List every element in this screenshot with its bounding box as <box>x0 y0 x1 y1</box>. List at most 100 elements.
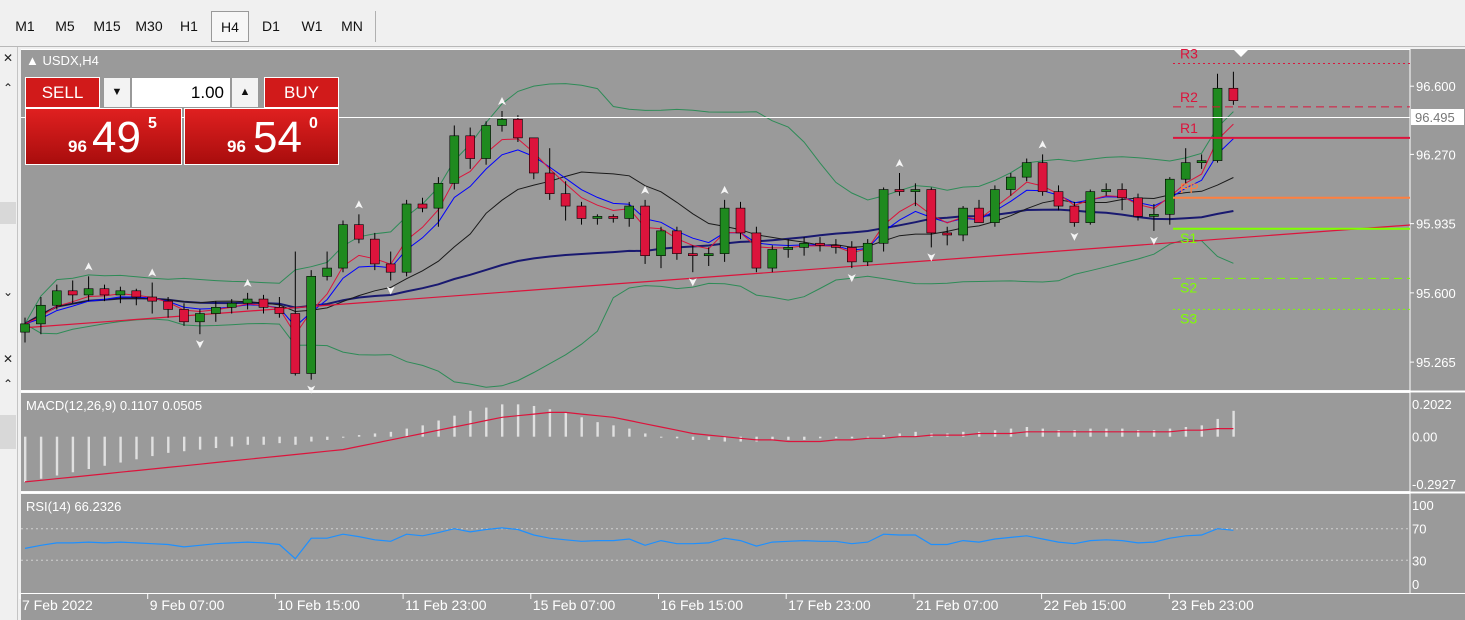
candle-body <box>433 183 444 209</box>
candle-body <box>115 290 126 296</box>
collapse-triangle-icon[interactable]: ▲ <box>26 53 39 68</box>
candle-body <box>20 323 30 333</box>
candle-body <box>306 276 317 374</box>
candle-body <box>1053 191 1064 207</box>
pivot-label-r2: R2 <box>1180 89 1198 105</box>
candle-body <box>385 263 396 273</box>
candle-body <box>179 309 189 323</box>
macd-bar <box>405 428 408 437</box>
macd-bar <box>278 436 281 444</box>
time-tick-label: 22 Feb 15:00 <box>1044 597 1127 613</box>
macd-bar <box>135 436 138 460</box>
volume-input[interactable]: 1.00 <box>131 77 231 108</box>
rsi-tick-label: 30 <box>1412 553 1426 568</box>
pivot-label-r1: R1 <box>1180 120 1198 136</box>
macd-bar <box>1152 430 1156 437</box>
time-tick-label: 15 Feb 07:00 <box>533 597 616 613</box>
macd-bar <box>119 436 122 463</box>
toolbar-divider <box>375 11 376 42</box>
sell-price-big: 96 <box>68 137 87 156</box>
macd-bar <box>532 405 536 437</box>
candle-body <box>1037 162 1048 192</box>
timeframe-m15[interactable]: M15 <box>87 11 127 42</box>
timeframe-mn[interactable]: MN <box>333 11 371 42</box>
scroll-handle[interactable] <box>0 202 16 224</box>
candle-body <box>894 189 905 192</box>
scroll-handle[interactable] <box>0 415 16 449</box>
pin-icon[interactable]: ⌃ <box>0 81 16 95</box>
macd-bar <box>1137 430 1140 437</box>
close-icon[interactable]: ✕ <box>0 352 16 366</box>
candle-body <box>131 290 142 298</box>
candle-body <box>942 232 953 236</box>
macd-bar <box>262 436 265 445</box>
macd-bar <box>87 436 90 470</box>
candle <box>1133 193 1143 221</box>
candle-body <box>1212 87 1223 161</box>
pivot-label-s3: S3 <box>1180 310 1197 326</box>
macd-bar <box>564 412 567 437</box>
expand-icon[interactable]: ⌄ <box>0 285 16 299</box>
macd-bar <box>1121 428 1124 437</box>
candle-body <box>163 300 173 310</box>
sell-price-box[interactable]: 96 49 5 <box>25 108 182 165</box>
macd-bar <box>485 407 488 437</box>
pivot-label-s2: S2 <box>1180 279 1197 295</box>
timeframe-w1[interactable]: W1 <box>293 11 331 42</box>
macd-bar <box>675 436 679 439</box>
close-icon[interactable]: ✕ <box>0 51 16 65</box>
macd-bar <box>1041 428 1044 437</box>
macd-bar <box>1184 426 1188 437</box>
candle-body <box>369 238 380 265</box>
macd-bar <box>819 436 822 439</box>
candle-body <box>862 242 873 263</box>
chart-window[interactable]: R3 R2 R1 PP S1 S2 S3 96.600 96.270 95.935 95.600 9… <box>18 47 1465 620</box>
sell-button[interactable]: SELL <box>25 77 100 108</box>
macd-bar <box>580 417 583 437</box>
symbol-label: ▲ USDX,H4 <box>26 53 99 68</box>
macd-bar <box>326 436 329 440</box>
candle-body <box>831 245 841 248</box>
time-tick-label: 16 Feb 15:00 <box>661 597 744 613</box>
candle-body <box>672 230 682 254</box>
buy-price-box[interactable]: 96 54 0 <box>184 108 339 165</box>
candle <box>338 220 348 273</box>
sell-price-sup: 5 <box>148 115 157 132</box>
timeframe-m30[interactable]: M30 <box>129 11 169 42</box>
pin-icon[interactable]: ⌃ <box>0 377 16 391</box>
price-tick-label: 96.270 <box>1416 147 1456 162</box>
triangle-down-icon: ▼ <box>111 86 123 98</box>
time-tick-label: 7 Feb 2022 <box>22 597 93 613</box>
buy-button[interactable]: BUY <box>264 77 339 108</box>
candle-body <box>497 118 507 126</box>
candle-body <box>67 290 78 296</box>
buy-price-big: 96 <box>227 137 246 156</box>
macd-bar <box>357 435 361 437</box>
volume-down-button[interactable]: ▼ <box>103 77 131 108</box>
candle-body <box>1133 197 1143 217</box>
timeframe-m1[interactable]: M1 <box>6 11 44 42</box>
macd-bar <box>151 436 154 457</box>
macd-bar <box>978 431 981 437</box>
macd-pane-bg <box>21 393 1410 491</box>
timeframe-m5[interactable]: M5 <box>46 11 84 42</box>
candle-body <box>751 232 762 269</box>
timeframe-h1[interactable]: H1 <box>171 11 207 42</box>
macd-bar <box>1216 418 1219 437</box>
timeframe-d1[interactable]: D1 <box>253 11 289 42</box>
left-panel-edge: ✕ ⌃ ⌄ ✕ ⌃ <box>0 47 18 620</box>
candle-body <box>36 304 46 325</box>
candle-body <box>513 118 523 139</box>
volume-up-button[interactable]: ▲ <box>231 77 259 108</box>
candle-body <box>878 189 889 244</box>
macd-bar <box>1232 410 1235 437</box>
candle <box>767 245 778 273</box>
macd-bar <box>596 422 599 437</box>
timeframe-h4[interactable]: H4 <box>211 11 249 42</box>
rsi-tick-label: 100 <box>1412 498 1434 513</box>
candle <box>990 185 1000 227</box>
macd-bar <box>389 431 393 437</box>
macd-bar <box>660 436 663 438</box>
candle-body <box>274 307 285 314</box>
price-tick-label: 95.265 <box>1416 355 1456 370</box>
